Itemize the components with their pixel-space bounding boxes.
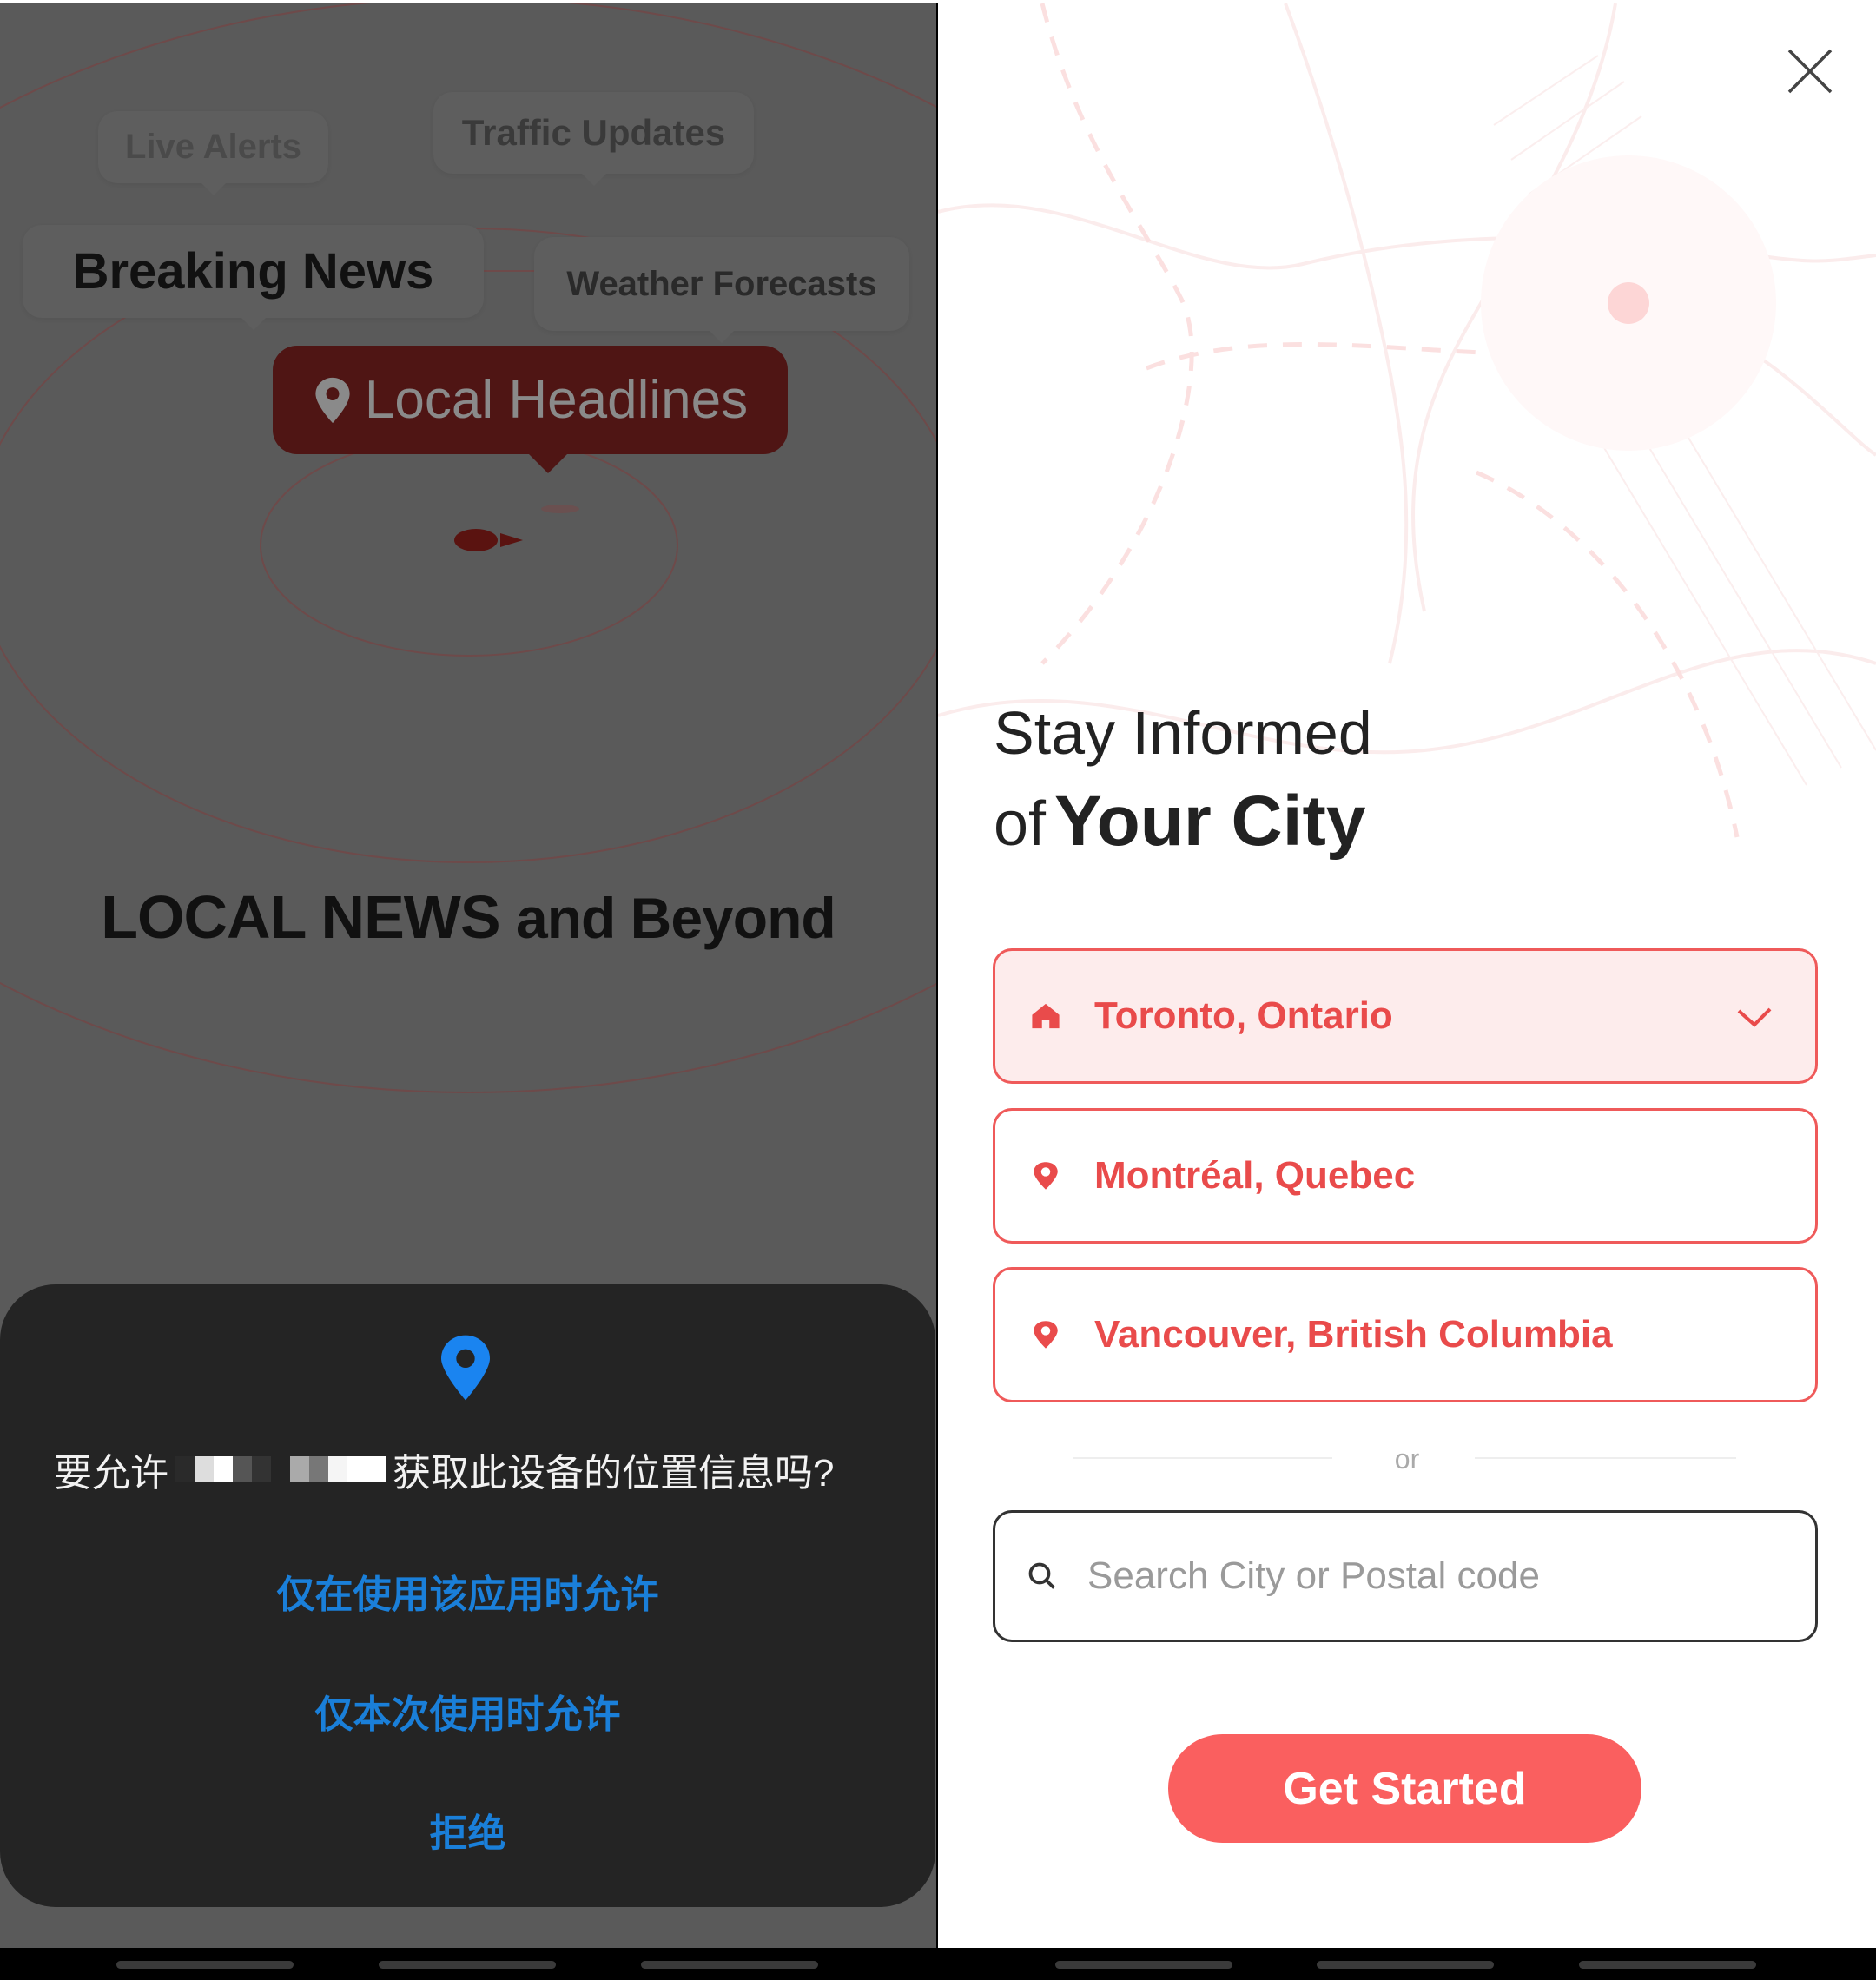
location-pin-icon [441,1335,490,1401]
search-input[interactable] [1087,1554,1782,1598]
direction-arrow-icon [500,533,523,547]
deny-button[interactable]: 拒绝 [0,1802,935,1858]
divider [1475,1457,1736,1459]
get-started-button[interactable]: Get Started [1168,1734,1642,1843]
tagline: LOCAL NEWS and Beyond [101,883,836,951]
allow-while-using-button[interactable]: 仅在使用该应用时允许 [0,1563,935,1619]
nav-handle[interactable] [116,1961,294,1969]
bubble-traffic-updates: Traffic Updates [433,92,754,186]
location-dot [454,529,498,551]
page-title-line2: of Your City [994,782,1366,861]
nav-handle[interactable] [641,1961,818,1969]
search-icon [1028,1562,1055,1589]
nav-handle[interactable] [1317,1961,1494,1969]
bubble-live-alerts: Live Alerts [98,111,328,195]
bubble-weather-forecasts: Weather Forecasts [534,237,909,343]
right-screen: Stay Informed of Your City Toronto, Ontar… [938,3,1876,1948]
location-pin-icon [1030,1160,1061,1191]
city-option-vancouver[interactable]: Vancouver, British Columbia [993,1267,1818,1402]
nav-handle[interactable] [1055,1961,1232,1969]
permission-question: 要允许 获取此设备的位置信息吗? [54,1452,835,1495]
location-pin-icon [1030,1319,1061,1350]
bubble-local-headlines: Local Headlines [273,346,788,473]
check-icon [1737,1007,1772,1027]
close-icon[interactable] [1786,47,1834,96]
redacted-app-name [175,1456,386,1482]
nav-handle[interactable] [1579,1961,1756,1969]
location-pin-icon [315,377,350,423]
map-location-dot [1608,282,1649,324]
allow-once-button[interactable]: 仅本次使用时允许 [0,1683,935,1739]
bubble-breaking-news: Breaking News [23,225,484,330]
page-title-line1: Stay Informed [994,699,1372,767]
nav-handle[interactable] [379,1961,556,1969]
home-icon [1030,1000,1061,1032]
city-option-montreal[interactable]: Montréal, Quebec [993,1108,1818,1244]
or-label: or [1394,1443,1420,1475]
city-search-field[interactable] [993,1510,1818,1642]
city-option-toronto[interactable]: Toronto, Ontario [993,948,1818,1084]
